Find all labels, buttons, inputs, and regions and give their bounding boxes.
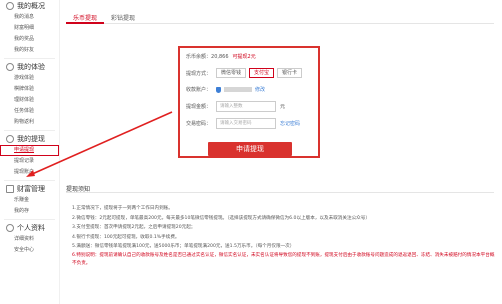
- withdraw-form-panel: 乐币余额： 20,866 可提现2元 提现方式： 微信零钱 支付宝 银行卡 收款…: [178, 46, 320, 158]
- amount-input[interactable]: 请输入整数: [216, 101, 276, 112]
- withdrawable-amount: 可提现2元: [232, 54, 256, 60]
- sidebar-section-experience[interactable]: 我的体验: [0, 61, 59, 73]
- sidebar-section-profile[interactable]: 个人资料: [0, 222, 59, 234]
- edit-account-link[interactable]: 修改: [255, 86, 265, 93]
- person-icon: [6, 2, 14, 10]
- method-wechat-button[interactable]: 微信零钱: [216, 68, 247, 78]
- sidebar-item-task[interactable]: 任务体验: [0, 106, 59, 117]
- sidebar-section-title: 个人资料: [17, 224, 45, 232]
- tab-lebi-withdraw[interactable]: 乐币提现: [66, 10, 105, 24]
- account-label: 收款账户：: [186, 87, 212, 93]
- sidebar-item-messages[interactable]: 我的消息: [0, 12, 59, 23]
- apply-withdraw-button[interactable]: 申请提现: [208, 142, 292, 156]
- note-line: 3.支付宝提现：首次申请提现2元起，之后申请提现20元起；: [72, 225, 196, 230]
- password-label: 交易密码：: [186, 121, 212, 127]
- forgot-password-link[interactable]: 忘记密码: [280, 120, 300, 127]
- sidebar-section-overview[interactable]: 我的概况: [0, 0, 59, 12]
- method-bankcard-button[interactable]: 银行卡: [277, 68, 303, 78]
- sidebar-item-details[interactable]: 详细资料: [0, 234, 59, 245]
- withdraw-icon: [6, 135, 14, 143]
- method-alipay-button[interactable]: 支付宝: [249, 68, 275, 78]
- divider: [4, 130, 55, 131]
- sidebar-item-chess[interactable]: 棋牌体验: [0, 84, 59, 95]
- balance-row: 乐币余额： 20,866 可提现2元: [186, 53, 256, 61]
- note-line: 2.微信零钱：2元起可提现，单笔最高200元，每天最多10笔微信零钱提现。（选择…: [72, 215, 370, 221]
- alipay-shield-icon: [216, 86, 221, 93]
- sidebar-section-wealth[interactable]: 财富管理: [0, 183, 59, 195]
- balance-value: 20,866: [211, 53, 229, 60]
- sidebar-section-withdraw[interactable]: 我的提现: [0, 133, 59, 145]
- divider: [4, 180, 55, 181]
- divider: [4, 58, 55, 59]
- sidebar-item-lezhuan[interactable]: 乐赚金: [0, 195, 59, 206]
- sidebar-item-apply-withdraw[interactable]: 申请提现: [0, 145, 59, 156]
- note-line: 5.满額送：微信零钱单笔提现满100元，送5000乐币；单笔提现满200元，送1…: [72, 244, 295, 249]
- note-line: 1.正常情况下，提现将于一到两个工作日内到账。: [72, 206, 173, 211]
- sidebar-section-title: 我的概况: [17, 2, 45, 10]
- sidebar-item-wealth-detail[interactable]: 财富明细: [0, 23, 59, 34]
- tab-caizuan-withdraw[interactable]: 彩钻提现: [104, 10, 142, 24]
- profile-icon: [6, 224, 14, 232]
- sidebar-section-title: 我的提现: [17, 135, 45, 143]
- account-row: 收款账户： 修改: [186, 86, 265, 93]
- note-warning: 6.特别说明：提现前请确认自己的收款账号及姓名是否已通过实名认证，微信实名认证，…: [72, 252, 495, 266]
- sidebar-item-withdraw-records[interactable]: 提现记录: [0, 156, 59, 167]
- tab-bar: 乐币提现 彩钻提现: [66, 10, 494, 24]
- sidebar-item-friends[interactable]: 我的好友: [0, 45, 59, 56]
- balance-label: 乐币余额：: [186, 54, 212, 60]
- sidebar-item-prizes[interactable]: 我的奖品: [0, 34, 59, 45]
- amount-label: 提现金额：: [186, 104, 212, 110]
- experience-icon: [6, 63, 14, 71]
- divider: [66, 192, 494, 193]
- note-line: 4.银行卡提现：100元起可提现，收取0.1%手续费。: [72, 234, 180, 240]
- sidebar: 我的概况 我的消息 财富明细 我的奖品 我的好友 我的体验 游戏体验 棋牌体验 …: [0, 0, 60, 304]
- sidebar-item-savings[interactable]: 我的存: [0, 206, 59, 217]
- method-label: 提现方式：: [186, 70, 212, 77]
- notes-list: 1.正常情况下，提现将于一到两个工作日内到账。 2.微信零钱：2元起可提现，单笔…: [72, 204, 496, 268]
- amount-unit: 元: [280, 104, 286, 110]
- divider: [4, 219, 55, 220]
- wealth-icon: [6, 185, 14, 193]
- sidebar-section-title: 财富管理: [17, 185, 45, 193]
- password-input[interactable]: 请输入交易密码: [216, 118, 276, 129]
- masked-account: [224, 87, 252, 92]
- sidebar-item-shopping[interactable]: 购物返利: [0, 117, 59, 128]
- sidebar-item-finance[interactable]: 理财体验: [0, 95, 59, 106]
- sidebar-item-withdraw-account[interactable]: 提现账户: [0, 167, 59, 178]
- sidebar-item-security[interactable]: 安全中心: [0, 245, 59, 256]
- method-row: 提现方式： 微信零钱 支付宝 银行卡: [186, 68, 305, 78]
- sidebar-section-title: 我的体验: [17, 63, 45, 71]
- amount-row: 提现金额： 请输入整数 元: [186, 101, 285, 112]
- sidebar-item-game[interactable]: 游戏体验: [0, 73, 59, 84]
- password-row: 交易密码： 请输入交易密码 忘记密码: [186, 118, 300, 129]
